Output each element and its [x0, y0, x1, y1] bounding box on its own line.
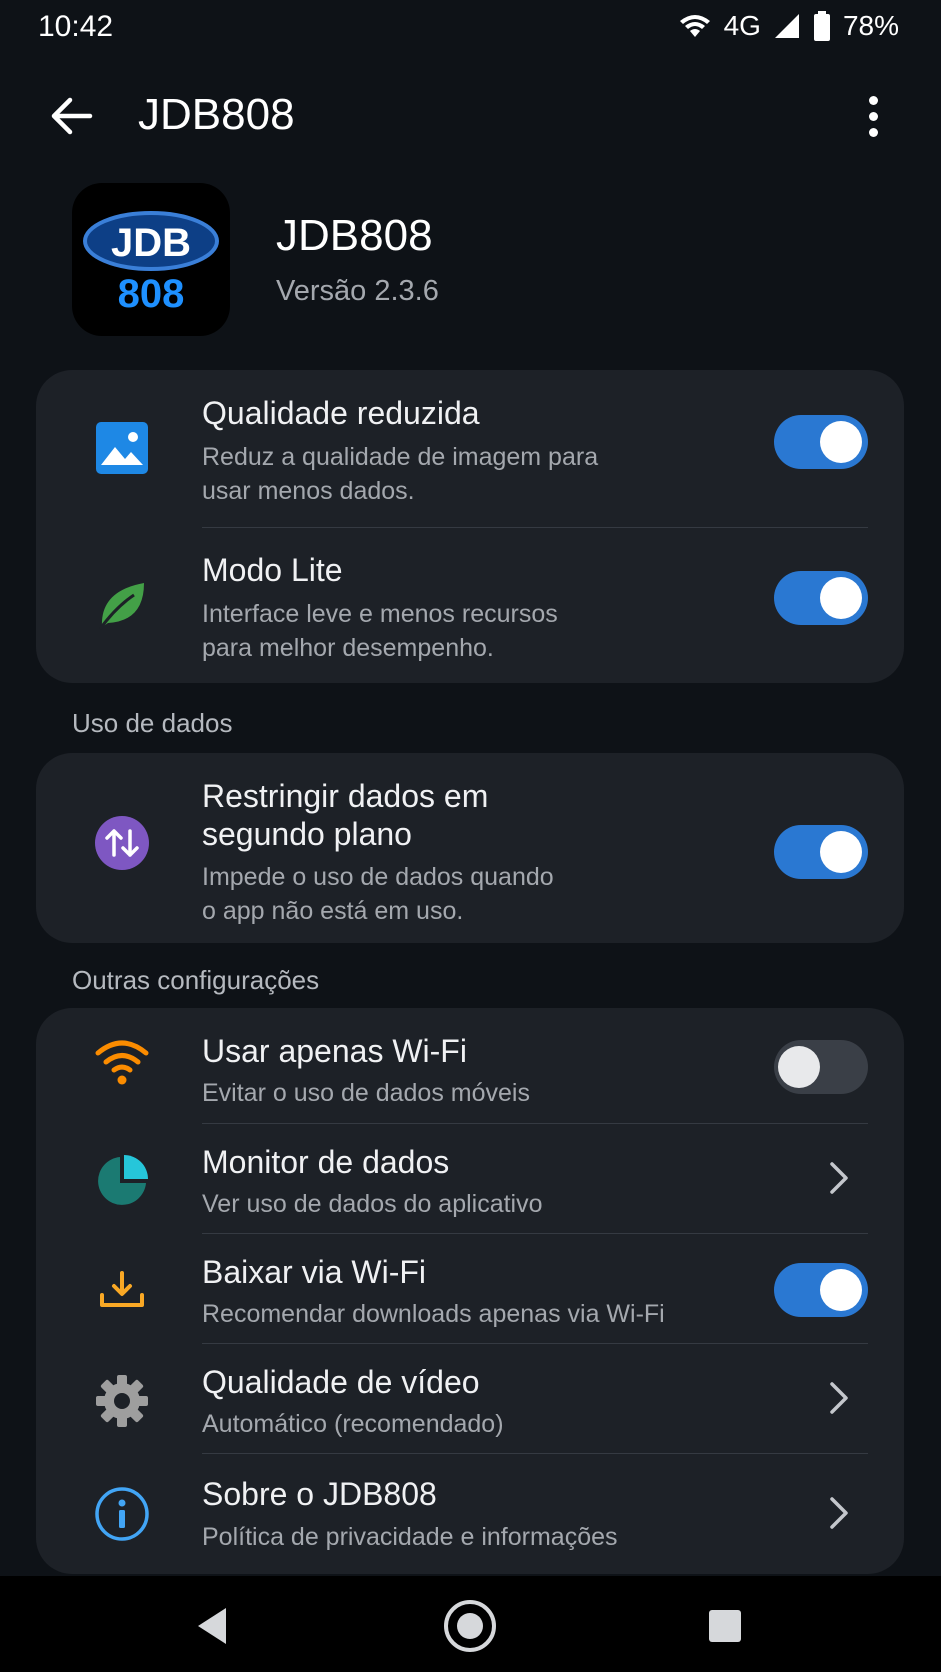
setting-download-wifi[interactable]: Baixar via Wi-Fi Recomendar downloads ap… [36, 1233, 904, 1343]
more-vert-icon [868, 95, 878, 105]
setting-lite-mode[interactable]: Modo Lite Interface leve e menos recurso… [36, 527, 904, 683]
setting-subtitle: Automático (recomendado) [202, 1410, 504, 1438]
arrow-left-icon [51, 97, 93, 135]
setting-subtitle: Recomendar downloads apenas via Wi-Fi [202, 1300, 665, 1328]
setting-title-line: Restringir dados em [202, 778, 489, 814]
app-name: JDB808 [276, 211, 433, 260]
signal-icon [773, 12, 801, 40]
swap-vert-icon [94, 815, 150, 871]
nav-back-icon [198, 1608, 226, 1644]
pie-chart-icon [94, 1153, 150, 1209]
page-title: JDB808 [138, 90, 295, 139]
setting-title: Modo Lite [202, 552, 343, 588]
card-data-usage: Restringir dados em segundo plano Impede… [36, 753, 904, 943]
setting-data-monitor[interactable]: Monitor de dados Ver uso de dados do apl… [36, 1123, 904, 1233]
gear-icon [94, 1373, 150, 1429]
app-header: JDB 808 JDB808 Versão 2.3.6 [72, 183, 872, 336]
network-type: 4G [723, 10, 761, 41]
reduced-quality-toggle[interactable] [774, 415, 868, 469]
image-icon [94, 420, 150, 476]
setting-video-quality[interactable]: Qualidade de vídeo Automático (recomenda… [36, 1343, 904, 1453]
download-wifi-toggle[interactable] [774, 1263, 868, 1317]
status-icons: 4G 78% [678, 10, 899, 42]
setting-reduced-quality[interactable]: Qualidade reduzida Reduz a qualidade de … [36, 370, 904, 527]
setting-subtitle-line: Interface leve e menos recursos [202, 600, 558, 628]
setting-subtitle-line: o app não está em uso. [202, 897, 464, 925]
back-button[interactable] [44, 88, 100, 144]
setting-title: Sobre o JDB808 [202, 1476, 437, 1512]
setting-subtitle-line: usar menos dados. [202, 477, 415, 505]
section-label-other-settings: Outras configurações [72, 965, 320, 995]
app-bar: JDB808 [0, 70, 941, 160]
card-other-settings: Usar apenas Wi-Fi Evitar o uso de dados … [36, 1008, 904, 1574]
logo-text-top: JDB [111, 221, 191, 265]
app-version: Versão 2.3.6 [276, 275, 439, 307]
battery-level: 78% [842, 10, 899, 41]
app-logo: JDB 808 [72, 183, 230, 336]
more-options-button[interactable] [853, 88, 893, 144]
setting-restrict-background[interactable]: Restringir dados em segundo plano Impede… [36, 753, 904, 943]
setting-title-line: segundo plano [202, 816, 412, 852]
status-bar: 10:42 4G 78% [0, 0, 941, 56]
chevron-right-icon [824, 1378, 854, 1418]
section-label-data-usage: Uso de dados [72, 708, 233, 738]
restrict-background-toggle[interactable] [774, 825, 868, 879]
download-icon [94, 1261, 150, 1317]
lite-mode-toggle[interactable] [774, 571, 868, 625]
nav-home-button[interactable] [440, 1596, 500, 1656]
chevron-right-icon [824, 1158, 854, 1198]
setting-subtitle: Evitar o uso de dados móveis [202, 1079, 530, 1107]
setting-title: Usar apenas Wi-Fi [202, 1033, 467, 1069]
setting-subtitle-line: Impede o uso de dados quando [202, 863, 554, 891]
status-time: 10:42 [38, 10, 114, 43]
setting-title: Qualidade reduzida [202, 395, 480, 431]
nav-recents-button[interactable] [695, 1596, 755, 1656]
system-nav-bar [0, 1576, 941, 1672]
chevron-right-icon [824, 1493, 854, 1533]
setting-subtitle-line: para melhor desempenho. [202, 634, 494, 662]
nav-home-icon [444, 1600, 496, 1652]
setting-subtitle: Ver uso de dados do aplicativo [202, 1190, 543, 1218]
setting-title: Qualidade de vídeo [202, 1364, 480, 1400]
setting-title: Monitor de dados [202, 1144, 450, 1180]
wifi-only-toggle[interactable] [774, 1040, 868, 1094]
logo-text-bottom: 808 [118, 272, 185, 316]
setting-subtitle: Política de privacidade e informações [202, 1523, 618, 1551]
wifi-icon [94, 1034, 150, 1090]
battery-icon [813, 11, 831, 41]
wifi-icon [678, 12, 712, 40]
setting-wifi-only[interactable]: Usar apenas Wi-Fi Evitar o uso de dados … [36, 1008, 904, 1123]
nav-back-button[interactable] [182, 1596, 242, 1656]
setting-title: Baixar via Wi-Fi [202, 1254, 427, 1290]
setting-about[interactable]: Sobre o JDB808 Política de privacidade e… [36, 1453, 904, 1574]
nav-recents-icon [709, 1610, 741, 1642]
setting-subtitle-line: Reduz a qualidade de imagem para [202, 443, 599, 471]
card-display-settings: Qualidade reduzida Reduz a qualidade de … [36, 370, 904, 683]
info-icon [94, 1486, 150, 1542]
leaf-icon [94, 577, 150, 633]
